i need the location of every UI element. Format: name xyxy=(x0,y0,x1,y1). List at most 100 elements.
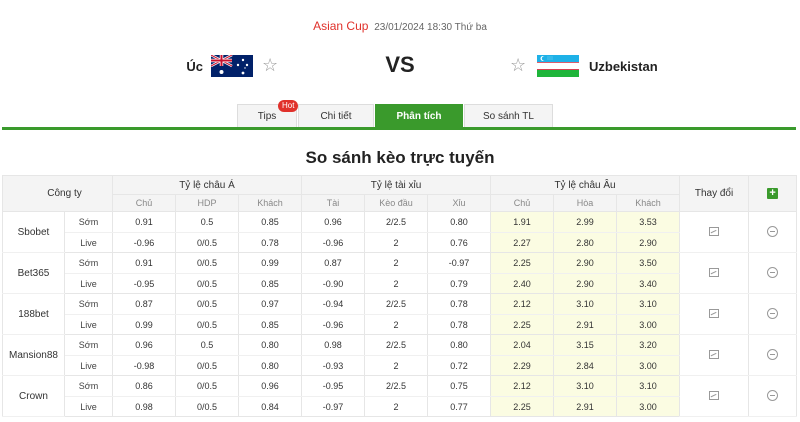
sub-header: Khách xyxy=(237,194,303,212)
odds-cell: 0/0.5 xyxy=(175,396,239,417)
tab-chi-tiet[interactable]: Chi tiết xyxy=(298,104,374,128)
sub-header: Tài xyxy=(301,194,366,212)
line-chart-icon[interactable] xyxy=(709,390,720,400)
odds-chart-cell xyxy=(679,293,750,335)
asian-odds-header: Tỷ lệ châu Á xyxy=(111,175,303,195)
sub-header: Chủ xyxy=(490,194,555,212)
odds-cell: 2 xyxy=(364,252,429,274)
odds-cell: 0.96 xyxy=(237,375,303,397)
odds-cell: 0.98 xyxy=(301,334,366,356)
favorite-away-star-icon[interactable]: ☆ xyxy=(510,55,526,75)
add-icon[interactable]: + xyxy=(767,188,779,199)
odds-cell: -0.97 xyxy=(427,252,492,274)
tab-tips-label: Tips xyxy=(257,111,277,122)
remove-circle-icon[interactable] xyxy=(767,307,779,319)
odds-cell: 0/0.5 xyxy=(175,252,239,274)
odds-type-label: Live xyxy=(64,273,113,294)
odds-cell: 2.29 xyxy=(490,355,555,376)
odds-cell: -0.90 xyxy=(301,273,366,294)
odds-cell: 0.98 xyxy=(112,396,176,417)
odds-cell: 2.91 xyxy=(553,396,618,417)
odds-cell: 0.97 xyxy=(237,293,303,315)
tab-phan-tich-label: Phân tích xyxy=(396,111,442,122)
away-team-name[interactable]: Uzbekistan xyxy=(589,59,658,74)
table-row: Live -0.95 0/0.5 0.85 -0.90 2 0.79 2.40 2.90 3.40 xyxy=(3,273,797,294)
odds-cell: -0.98 xyxy=(112,355,176,376)
odds-cell: 0.85 xyxy=(237,273,303,294)
versus-label: VS xyxy=(385,52,415,77)
european-odds-header: Tỷ lệ châu Âu xyxy=(490,175,681,195)
remove-circle-icon[interactable] xyxy=(767,348,779,360)
odds-cell: 3.40 xyxy=(616,273,681,294)
odds-table-body: Sbobet Sớm 0.91 0.5 0.85 0.96 2/2.5 0.80 1.91 2.9… xyxy=(2,211,798,417)
odds-cell: 3.20 xyxy=(616,334,681,356)
league-name[interactable]: Asian Cup xyxy=(313,19,368,33)
tab-so-sanh-tl[interactable]: So sánh TL xyxy=(464,104,553,128)
odds-cell: 0.99 xyxy=(237,252,303,274)
line-chart-icon[interactable] xyxy=(709,267,720,277)
remove-circle-icon[interactable] xyxy=(767,225,779,237)
odds-cell: 2.40 xyxy=(490,273,555,294)
odds-cell: 2.25 xyxy=(490,252,555,274)
odds-cell: 2.90 xyxy=(616,232,681,253)
tab-phan-tich[interactable]: Phân tích xyxy=(375,104,463,128)
table-row: Sbobet Sớm 0.91 0.5 0.85 0.96 2/2.5 0.80 1.91 2.9… xyxy=(2,211,798,253)
change-header: Thay đổi xyxy=(679,175,750,212)
odds-cell: 0.91 xyxy=(112,211,176,233)
remove-cell xyxy=(748,334,798,376)
odds-cell: 0.79 xyxy=(427,273,492,294)
odds-type-label: Sớm xyxy=(64,211,113,233)
odds-cell: 2.27 xyxy=(490,232,555,253)
table-row: Bet365 Sớm 0.91 0/0.5 0.99 0.87 2 -0.97 2.25 2.90… xyxy=(2,252,798,294)
sub-header: Xỉu xyxy=(427,194,492,212)
odds-cell: -0.96 xyxy=(112,232,176,253)
remove-circle-icon[interactable] xyxy=(767,266,779,278)
odds-cell: 3.10 xyxy=(553,375,618,397)
odds-cell: 0/0.5 xyxy=(175,293,239,315)
company-name[interactable]: Sbobet xyxy=(2,211,65,253)
odds-cell: 2/2.5 xyxy=(364,211,429,233)
odds-cell: 0/0.5 xyxy=(175,314,239,335)
line-chart-icon[interactable] xyxy=(709,308,720,318)
odds-cell: 3.15 xyxy=(553,334,618,356)
table-row: Live -0.96 0/0.5 0.78 -0.96 2 0.76 2.27 2.80 2.90 xyxy=(3,232,797,253)
odds-type-label: Live xyxy=(64,396,113,417)
odds-cell: 2.12 xyxy=(490,375,555,397)
uzbekistan-flag-icon xyxy=(537,55,579,77)
odds-cell: 2.12 xyxy=(490,293,555,315)
odds-cell: 2 xyxy=(364,355,429,376)
remove-cell xyxy=(748,293,798,335)
odds-cell: 2 xyxy=(364,314,429,335)
sub-header: Khách xyxy=(616,194,681,212)
remove-cell xyxy=(748,375,798,417)
odds-cell: 0.5 xyxy=(175,334,239,356)
odds-type-label: Sớm xyxy=(64,375,113,397)
odds-cell: 3.00 xyxy=(616,396,681,417)
odds-cell: 2 xyxy=(364,396,429,417)
odds-cell: 2.90 xyxy=(553,252,618,274)
company-name[interactable]: Crown xyxy=(2,375,65,417)
table-row: 188bet Sớm 0.87 0/0.5 0.97 -0.94 2/2.5 0.78 2.12… xyxy=(2,293,798,335)
odds-cell: 0.96 xyxy=(112,334,176,356)
remove-circle-icon[interactable] xyxy=(767,389,779,401)
company-name[interactable]: 188bet xyxy=(2,293,65,335)
company-name[interactable]: Bet365 xyxy=(2,252,65,294)
odds-cell: 1.91 xyxy=(490,211,555,233)
table-row: Mansion88 Sớm 0.96 0.5 0.80 0.98 2/2.5 0.80 2.04… xyxy=(2,334,798,376)
odds-cell: 3.10 xyxy=(616,293,681,315)
tab-tips[interactable]: Tips Hot xyxy=(237,100,299,128)
tab-chi-tiet-label: Chi tiết xyxy=(320,111,352,122)
odds-cell: 3.50 xyxy=(616,252,681,274)
odds-cell: 2/2.5 xyxy=(364,293,429,315)
odds-cell: -0.96 xyxy=(301,314,366,335)
odds-cell: 0/0.5 xyxy=(175,375,239,397)
line-chart-icon[interactable] xyxy=(709,349,720,359)
line-chart-icon[interactable] xyxy=(709,226,720,236)
match-info: Asian Cup 23/01/2024 18:30 Thứ ba xyxy=(0,19,800,33)
odds-type-label: Live xyxy=(64,232,113,253)
odds-cell: 0.86 xyxy=(112,375,176,397)
odds-cell: 0.87 xyxy=(112,293,176,315)
company-name[interactable]: Mansion88 xyxy=(2,334,65,376)
odds-cell: 0.99 xyxy=(112,314,176,335)
tab-so-sanh-tl-label: So sánh TL xyxy=(483,111,534,122)
